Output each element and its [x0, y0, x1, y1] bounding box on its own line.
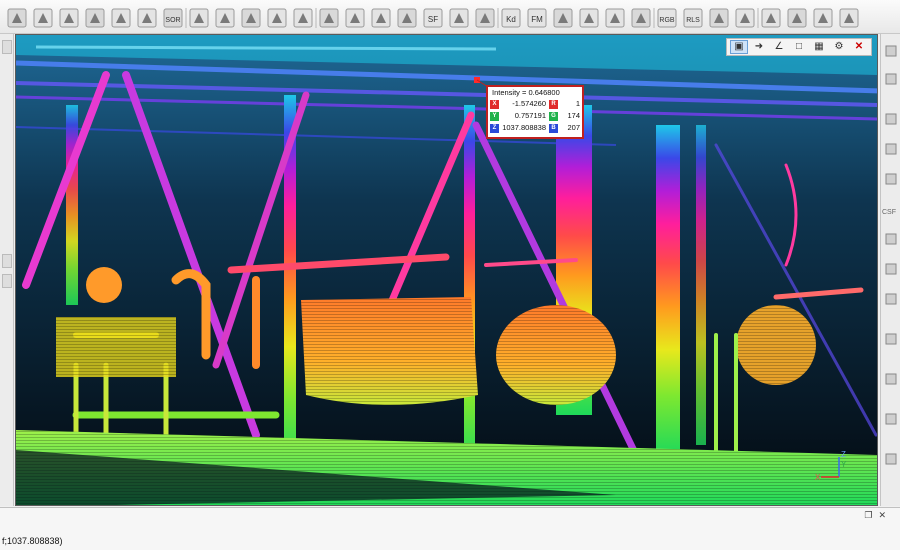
y-axis-label: Y — [841, 460, 847, 469]
dock-tab[interactable] — [2, 274, 12, 288]
rgb-icon-text: RGB — [659, 17, 675, 24]
crop-area-icon[interactable]: □ — [790, 40, 808, 54]
dock-icon[interactable] — [885, 233, 897, 245]
dock-icon[interactable] — [885, 113, 897, 125]
compute-cloud-icon[interactable] — [449, 8, 469, 28]
angle-icon[interactable]: ∠ — [770, 40, 788, 54]
right-dock-panel: CSF — [880, 34, 900, 506]
axis-trihedron: Z Y X — [815, 450, 847, 482]
g-value: 174 — [567, 111, 580, 121]
distance-icon[interactable]: ➜ — [750, 40, 768, 54]
filter-icon[interactable] — [345, 8, 365, 28]
sf-arithmetic-icon[interactable]: SF — [423, 8, 443, 28]
dock-icon[interactable] — [885, 413, 897, 425]
console-panel: ❐ ✕ f;1037.808838) — [0, 507, 900, 550]
terrain-c-icon[interactable] — [813, 8, 833, 28]
rgb-icon[interactable]: RGB — [657, 8, 677, 28]
close-icon[interactable]: ✕ — [850, 40, 868, 54]
checker-icon[interactable] — [137, 8, 157, 28]
x-axis-label: X — [815, 473, 821, 482]
sor-filter-icon-text: SOR — [165, 17, 180, 24]
y-value: 0.757191 — [514, 111, 546, 121]
compute-mesh-icon[interactable] — [475, 8, 495, 28]
dock-icon[interactable] — [885, 333, 897, 345]
toolbar-icon-strip: SOR SF Kd FM RGB RLS — [7, 8, 859, 28]
disk-icon[interactable] — [553, 8, 573, 28]
z-axis-label: Z — [841, 450, 846, 459]
left-dock-panel — [0, 34, 14, 506]
3d-viewport[interactable]: ▣ ➜ ∠ □ ▦ ⚙ ✕ Intensity = 0.646800 X -1.… — [15, 34, 878, 506]
b-swatch: B — [549, 123, 558, 133]
point-info-label[interactable]: Intensity = 0.646800 X -1.574260 R 1 Y 0… — [486, 85, 584, 139]
gradient-icon[interactable] — [397, 8, 417, 28]
x-value: -1.574260 — [512, 99, 546, 109]
sphere-icon[interactable] — [605, 8, 625, 28]
plugin-b-icon[interactable] — [735, 8, 755, 28]
dock-icon[interactable] — [885, 143, 897, 155]
float-icon[interactable]: ❐ — [864, 510, 872, 521]
add-icon[interactable] — [371, 8, 391, 28]
kd-tree-icon-text: Kd — [506, 15, 516, 24]
fm-icon-text: FM — [531, 15, 543, 24]
g-swatch: G — [549, 111, 558, 121]
point-cloud-scene[interactable] — [16, 35, 878, 506]
dock-icon[interactable] — [885, 373, 897, 385]
settings-icon[interactable]: ⚙ — [830, 40, 848, 54]
r-value: 1 — [575, 99, 580, 109]
dock-icon[interactable] — [885, 293, 897, 305]
z-swatch: Z — [490, 123, 499, 133]
y-swatch: Y — [490, 111, 499, 121]
rcs-icon-text: RLS — [686, 17, 700, 24]
align-icon[interactable] — [59, 8, 79, 28]
main-toolbar: SOR SF Kd FM RGB RLS — [0, 0, 900, 34]
dock-tab[interactable] — [2, 254, 12, 268]
c2c-icon[interactable] — [579, 8, 599, 28]
dock-icon[interactable] — [885, 45, 897, 57]
clone-icon[interactable] — [7, 8, 27, 28]
x-swatch: X — [490, 99, 499, 109]
close-icon[interactable]: ✕ — [878, 510, 886, 521]
dock-icon[interactable] — [885, 453, 897, 465]
terrain-a-icon[interactable] — [761, 8, 781, 28]
console-log-line: f;1037.808838) — [2, 536, 63, 546]
plugin-a-icon[interactable] — [709, 8, 729, 28]
right-dock-icons — [885, 45, 897, 465]
label-row-z: Z 1037.808838 B 207 — [490, 123, 580, 134]
z-value: 1037.808838 — [502, 123, 546, 133]
csf-section-label: CSF — [882, 209, 896, 216]
console-title-buttons: ❐ ✕ — [864, 510, 886, 521]
fm-icon[interactable]: FM — [527, 8, 547, 28]
dock-icon[interactable] — [885, 73, 897, 85]
sf-arithmetic-icon-text: SF — [428, 15, 438, 24]
rcs-icon[interactable]: RLS — [683, 8, 703, 28]
terrain-b-icon[interactable] — [787, 8, 807, 28]
register-icon[interactable] — [631, 8, 651, 28]
label-row-x: X -1.574260 R 1 — [490, 99, 580, 110]
r-swatch: R — [549, 99, 558, 109]
histogram-icon[interactable] — [293, 8, 313, 28]
b-value: 207 — [567, 123, 580, 133]
merge-icon[interactable] — [33, 8, 53, 28]
dock-icon[interactable] — [885, 173, 897, 185]
crop-icon[interactable] — [267, 8, 287, 28]
scalar-field-icon[interactable] — [319, 8, 339, 28]
dock-icon[interactable] — [885, 263, 897, 275]
segment-icon[interactable] — [241, 8, 261, 28]
normals-icon[interactable] — [189, 8, 209, 28]
subsample-icon[interactable] — [111, 8, 131, 28]
kd-tree-icon[interactable]: Kd — [501, 8, 521, 28]
point-picking-icon[interactable]: ▣ — [730, 40, 748, 54]
save-label-icon[interactable]: ▦ — [810, 40, 828, 54]
transform-icon[interactable] — [215, 8, 235, 28]
intensity-readout: Intensity = 0.646800 — [492, 88, 560, 97]
terrain-d-icon[interactable] — [839, 8, 859, 28]
sor-filter-icon[interactable]: SOR — [163, 8, 183, 28]
viewport-toolbar: ▣ ➜ ∠ □ ▦ ⚙ ✕ — [726, 38, 872, 56]
fine-register-icon[interactable] — [85, 8, 105, 28]
dock-tab[interactable] — [2, 40, 12, 54]
label-row-y: Y 0.757191 G 174 — [490, 111, 580, 122]
